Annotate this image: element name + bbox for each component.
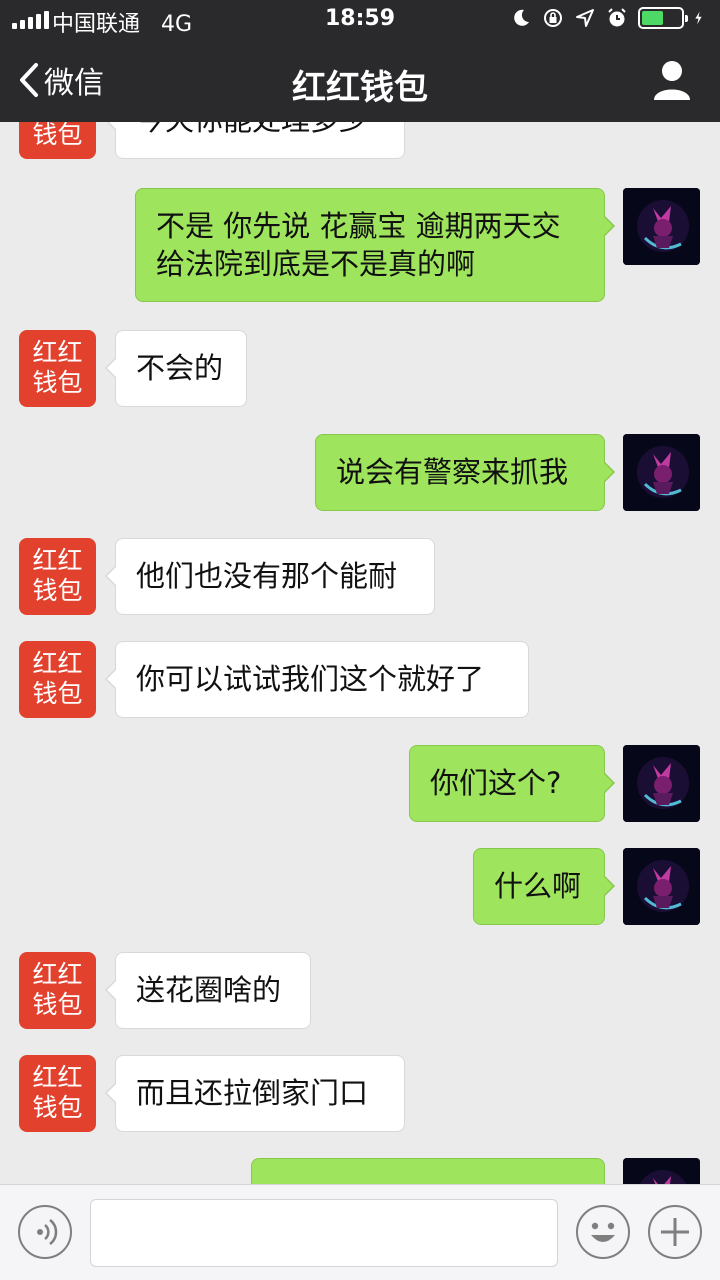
bot-avatar[interactable]: 红红 钱包 — [19, 538, 96, 615]
battery-icon — [638, 7, 688, 29]
incoming-message-bubble[interactable]: 送花圈啥的 — [105, 952, 311, 1029]
user-avatar[interactable] — [623, 1158, 700, 1184]
voice-button[interactable] — [18, 1205, 72, 1259]
status-icons — [510, 7, 708, 29]
more-button[interactable] — [648, 1205, 702, 1259]
incoming-message-bubble[interactable]: 而且还拉倒家门口 — [105, 1055, 405, 1132]
bot-avatar[interactable]: 红红 钱包 — [19, 330, 96, 407]
input-bar — [0, 1184, 720, 1280]
alarm-icon — [608, 8, 626, 27]
bot-avatar[interactable]: 红红 钱包 — [19, 952, 96, 1029]
bot-avatar[interactable]: 红红 钱包 — [19, 122, 96, 159]
incoming-message-bubble[interactable]: 今天你能处理多少 — [105, 122, 405, 159]
chat-message-list[interactable]: 红红 钱包今天你能处理多少不是 你先说 花赢宝 逾期两天交给法院到底是不是真的啊… — [0, 122, 720, 1184]
top-bar: 中国联通 4G 18:59 微信 红红钱包 — [0, 0, 720, 122]
user-avatar-image — [623, 434, 700, 511]
plus-icon — [661, 1218, 689, 1246]
rotation-lock-icon — [544, 9, 562, 27]
outgoing-message-bubble[interactable] — [251, 1158, 605, 1184]
bot-avatar[interactable]: 红红 钱包 — [19, 641, 96, 718]
incoming-message-bubble[interactable]: 不会的 — [105, 330, 247, 407]
voice-icon — [37, 1219, 58, 1245]
user-avatar-image — [623, 745, 700, 822]
message-input[interactable] — [90, 1199, 558, 1267]
incoming-message-bubble[interactable]: 你可以试试我们这个就好了 — [105, 641, 529, 718]
outgoing-message-bubble[interactable]: 什么啊 — [473, 848, 615, 925]
outgoing-message-bubble[interactable]: 不是 你先说 花赢宝 逾期两天交给法院到底是不是真的啊 — [135, 188, 615, 302]
user-avatar[interactable] — [623, 188, 700, 265]
navigation-bar: 微信 红红钱包 — [0, 40, 720, 122]
outgoing-message-bubble[interactable]: 你们这个? — [409, 745, 615, 822]
user-avatar-image — [623, 848, 700, 925]
profile-icon[interactable] — [652, 58, 692, 102]
user-avatar-image — [623, 1158, 700, 1184]
emoji-icon — [591, 1222, 615, 1242]
incoming-message-bubble[interactable]: 他们也没有那个能耐 — [105, 538, 435, 615]
user-avatar[interactable] — [623, 434, 700, 511]
emoji-button[interactable] — [576, 1205, 630, 1259]
bot-avatar[interactable]: 红红 钱包 — [19, 1055, 96, 1132]
user-avatar-image — [623, 188, 700, 265]
user-avatar[interactable] — [623, 848, 700, 925]
user-avatar[interactable] — [623, 745, 700, 822]
outgoing-message-bubble[interactable]: 说会有警察来抓我 — [315, 434, 615, 511]
moon-icon — [514, 9, 529, 26]
page-title: 红红钱包 — [292, 68, 428, 108]
location-icon — [576, 9, 594, 27]
charging-icon — [695, 11, 702, 25]
status-bar: 中国联通 4G 18:59 — [0, 0, 720, 40]
